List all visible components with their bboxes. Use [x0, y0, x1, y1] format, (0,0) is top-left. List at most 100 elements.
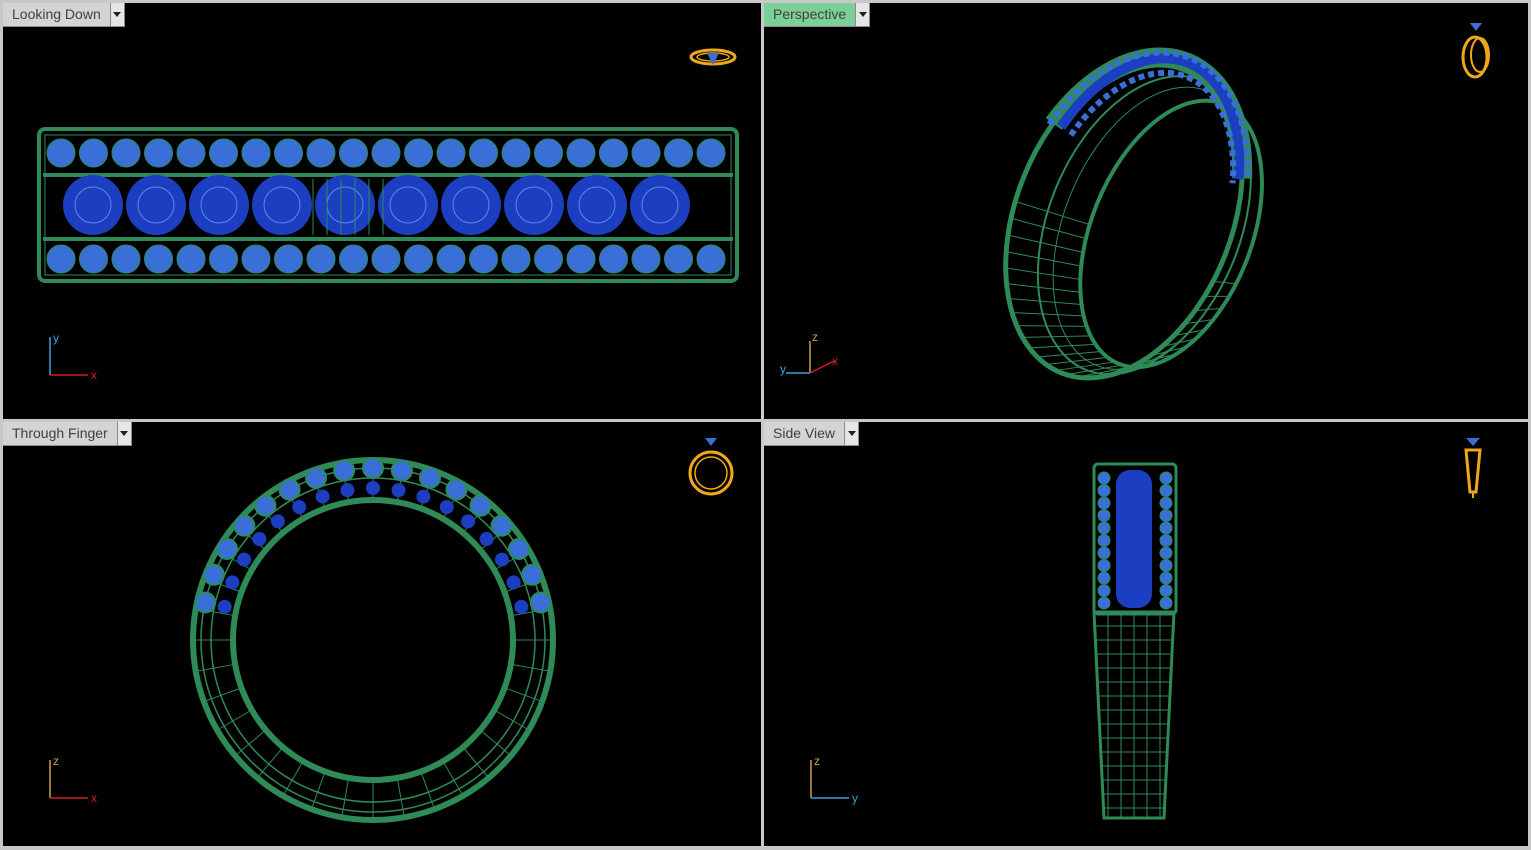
gem-small [1097, 496, 1111, 510]
viewport-tab-side-view[interactable]: Side View [764, 422, 860, 446]
gem-small [274, 244, 303, 274]
gem-small [176, 138, 206, 168]
gem-small [469, 138, 498, 168]
gem-small [1159, 471, 1173, 485]
axis-gizmo-icon: z x [49, 754, 97, 805]
gem-large [252, 175, 312, 235]
gem-inner [217, 599, 232, 614]
gem-small [566, 244, 596, 274]
gem-small [599, 244, 628, 274]
ring-wireframe-front [190, 457, 556, 823]
gem-small [469, 494, 492, 517]
gem-small [278, 478, 301, 501]
viewport-tab-perspective[interactable]: Perspective [764, 3, 871, 27]
viewport-looking-down[interactable]: Looking Down y x [3, 3, 761, 419]
gem-small [1097, 584, 1111, 597]
wire-line [1007, 234, 1084, 253]
gem-small [233, 514, 256, 537]
viewport-tab-through-finger[interactable]: Through Finger [3, 422, 132, 446]
gem-small [529, 591, 552, 614]
gem-small [1159, 546, 1173, 560]
gem-large [126, 175, 186, 235]
gem-large [189, 175, 249, 235]
gem-small [534, 244, 563, 274]
gem-small [79, 244, 108, 274]
gem-small [144, 244, 173, 274]
viewport-title: Through Finger [12, 425, 108, 441]
wire-line [1055, 361, 1115, 371]
gem-small [305, 466, 328, 489]
chevron-down-icon[interactable] [116, 422, 131, 445]
wire-line [442, 760, 464, 797]
gem-inner [416, 489, 431, 504]
wire-line [1010, 217, 1087, 240]
gem-small [1159, 496, 1173, 510]
wire-line [510, 663, 551, 672]
gem-small [144, 138, 173, 168]
gem-small [390, 459, 413, 482]
gem-small [1097, 534, 1111, 547]
ring-orientation-icon[interactable] [1458, 434, 1488, 504]
gem-small [241, 138, 271, 168]
ring-wireframe-perspective [1003, 47, 1264, 381]
wire-line [256, 746, 284, 779]
wire-line [462, 746, 490, 779]
wire-line [195, 663, 236, 672]
gem-small [111, 244, 141, 274]
ring-wireframe-top [37, 127, 739, 283]
gem-small [664, 138, 693, 168]
gem-inner [391, 483, 406, 498]
gem-inner [315, 489, 330, 504]
gem-small [1159, 534, 1173, 547]
chevron-down-icon[interactable] [855, 3, 870, 26]
ring-orientation-icon[interactable] [685, 434, 737, 500]
gem-small [241, 244, 271, 274]
gem-small [209, 244, 238, 274]
gem-large [567, 175, 627, 235]
gem-small [507, 537, 530, 560]
gem-small [1159, 584, 1173, 597]
gem-small [490, 514, 513, 537]
wire-line [479, 729, 512, 757]
ring-orientation-icon[interactable] [1456, 17, 1496, 83]
gem-inner [252, 532, 267, 547]
gem-small [1159, 596, 1173, 610]
gem-large [315, 175, 375, 235]
viewport-tab-looking-down[interactable]: Looking Down [3, 3, 125, 27]
gem-large [378, 175, 438, 235]
gem-small [1097, 596, 1111, 610]
gem-small [1097, 559, 1111, 572]
ring-orientation-icon[interactable] [685, 43, 741, 75]
gem-small [371, 244, 401, 274]
gem-large [63, 175, 123, 235]
gem-small [696, 244, 726, 274]
gem-small [445, 478, 468, 501]
gem-small [1097, 484, 1111, 497]
axis-label-depth: y [780, 362, 786, 376]
gem-inner [237, 552, 252, 567]
gem-small [339, 244, 368, 274]
wire-line [282, 760, 304, 797]
gem-small [404, 138, 433, 168]
gem-small [1159, 509, 1173, 522]
gem-small [1097, 571, 1111, 585]
gem-small [1159, 571, 1173, 585]
wire-line [396, 777, 405, 818]
viewport-title: Perspective [773, 6, 847, 22]
viewport-perspective[interactable]: Perspective z x y [764, 3, 1528, 419]
chevron-down-icon[interactable] [109, 3, 124, 26]
viewport-side-view[interactable]: Side View z y [764, 422, 1528, 846]
gem-inner [340, 483, 355, 498]
gem-small [436, 244, 466, 274]
chevron-down-icon[interactable] [844, 422, 859, 445]
gem-small [202, 563, 225, 586]
gem-small [1159, 521, 1173, 535]
gem-inner [225, 575, 240, 590]
gem-inner [461, 514, 476, 529]
gem-small [566, 138, 596, 168]
axis-gizmo-icon: z y [810, 754, 858, 805]
viewport-through-finger[interactable]: Through Finger z x [3, 422, 761, 846]
axis-label-horizontal: x [91, 368, 97, 382]
gem-small [194, 591, 217, 614]
axis-gizmo-icon: y x [49, 331, 97, 382]
